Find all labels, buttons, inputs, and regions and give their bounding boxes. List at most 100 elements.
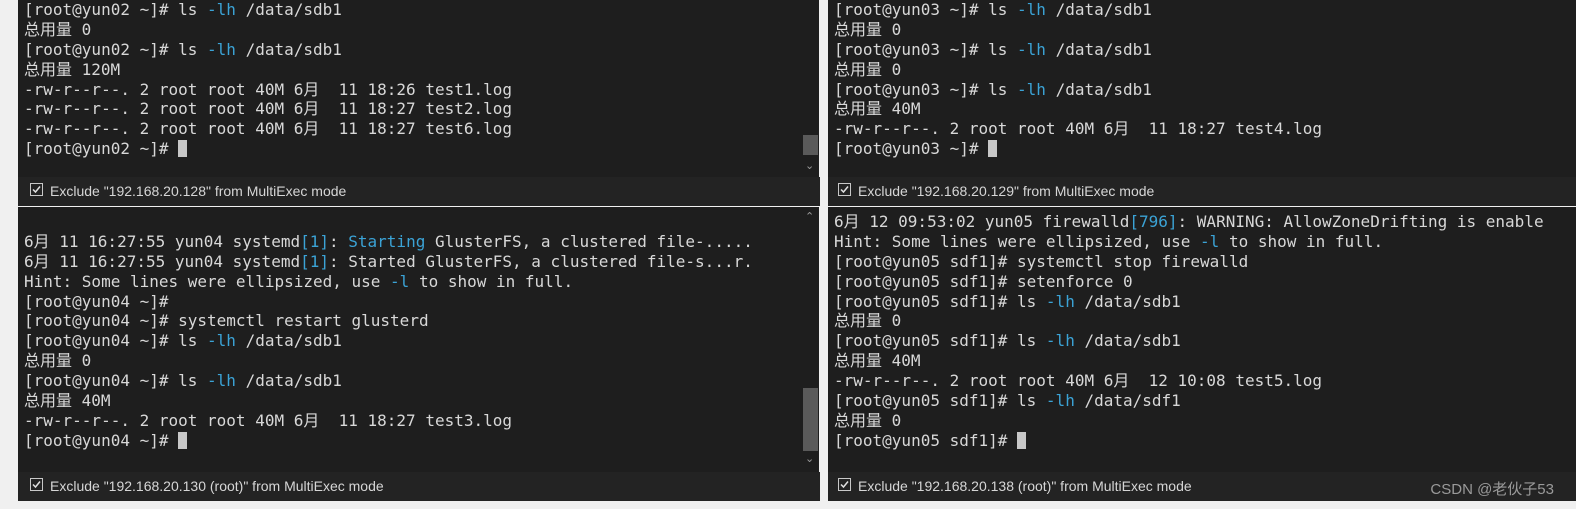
terminal-line: 6月 12 09:53:02 yun05 firewalld[796]: WAR…: [834, 212, 1544, 232]
terminal-text: /data/sdb1: [1074, 291, 1181, 311]
terminal-text: 6月 11 16:27:55 yun04 systemd: [24, 231, 301, 251]
terminal-text: -lh: [1017, 0, 1046, 19]
terminal-pane-yun03[interactable]: [root@yun03 ~]# ls -lh /data/sdb1 总用量 0 [r…: [828, 0, 1576, 177]
terminal-line: -rw-r--r--. 2 root root 40M 6月 11 18:26 …: [24, 80, 512, 100]
terminal-text: -lh: [207, 371, 236, 391]
terminal-text: to show in full.: [1219, 231, 1384, 251]
terminal-pane-yun05[interactable]: 6月 12 09:53:02 yun05 firewalld[796]: WAR…: [828, 207, 1576, 472]
terminal-text: [root@yun04 ~]#: [24, 291, 169, 311]
terminal-text: :: [329, 231, 349, 251]
scroll-down-icon[interactable]: ⌄: [805, 160, 814, 172]
terminal-line: 总用量 120M: [24, 60, 512, 80]
terminal-line: [root@yun05 sdf1]# ls -lh /data/sdb1: [834, 331, 1544, 351]
terminal-text: -lh: [207, 39, 236, 59]
terminal-text: -rw-r--r--. 2 root root 40M 6月 11 18:27 …: [834, 119, 1323, 139]
terminal-text: -rw-r--r--. 2 root root 40M 6月 12 10:08 …: [834, 371, 1323, 391]
terminal-text: /data/sdb1: [1045, 79, 1152, 99]
terminal-text: [796]: [1129, 212, 1178, 231]
terminal-text: [1]: [300, 251, 329, 271]
terminal-text: [root@yun03 ~]#: [834, 139, 989, 159]
terminal-line: [root@yun02 ~]# ls -lh /data/sdb1: [24, 40, 512, 60]
exclude-label: Exclude "192.168.20.129" from MultiExec …: [858, 183, 1155, 199]
terminal-line: 总用量 0: [834, 311, 1544, 331]
terminal-output: 6月 11 16:27:55 yun04 systemd[1]: Startin…: [24, 212, 753, 451]
terminal-text: -lh: [1045, 291, 1075, 311]
terminal-text: 总用量 40M: [834, 99, 921, 119]
terminal-text: /data/sdb1: [1074, 331, 1181, 351]
terminal-text: [root@yun05 sdf1]#: [834, 430, 1018, 450]
terminal-text: 总用量 0: [834, 410, 902, 430]
terminal-text: : Started GlusterFS, a clustered file-s.…: [329, 251, 753, 271]
terminal-line: 6月 11 16:27:55 yun04 systemd[1]: Started…: [24, 252, 753, 272]
terminal-line: -rw-r--r--. 2 root root 40M 6月 12 10:08 …: [834, 371, 1544, 391]
terminal-text: [root@yun04 ~]# ls: [24, 371, 208, 391]
exclude-label: Exclude "192.168.20.138 (root)" from Mul…: [858, 478, 1192, 494]
terminal-text: [root@yun04 ~]#: [24, 430, 179, 450]
terminal-text: [root@yun05 sdf1]# setenforce 0: [834, 271, 1133, 291]
terminal-line: 总用量 0: [834, 20, 1322, 40]
terminal-line: 总用量 40M: [834, 351, 1544, 371]
terminal-text: [root@yun03 ~]# ls: [834, 39, 1018, 59]
exclude-checkbox[interactable]: [30, 478, 43, 491]
terminal-line: -rw-r--r--. 2 root root 40M 6月 11 18:27 …: [24, 99, 512, 119]
terminal-text: 6月 11 16:27:55 yun04 systemd: [24, 251, 301, 271]
terminal-line: [root@yun05 sdf1]# ls -lh /data/sdf1: [834, 391, 1544, 411]
terminal-line: [root@yun05 sdf1]# ls -lh /data/sdb1: [834, 292, 1544, 312]
terminal-text: -lh: [207, 0, 236, 19]
terminal-text: 总用量 40M: [24, 391, 111, 411]
terminal-text: Hint: Some lines were ellipsized, use: [24, 271, 391, 291]
terminal-line: 总用量 0: [24, 20, 512, 40]
terminal-text: 总用量 0: [834, 59, 902, 79]
terminal-line: [root@yun02 ~]# ls -lh /data/sdb1: [24, 0, 512, 20]
terminal-text: 总用量 0: [834, 19, 902, 39]
terminal-text: /data/sdb1: [1045, 39, 1152, 59]
scrollbar[interactable]: ⌄: [802, 0, 819, 177]
scrollbar[interactable]: ⌃ ⌄: [802, 207, 819, 472]
terminal-text: -lh: [207, 331, 236, 351]
terminal-line: [root@yun04 ~]# ls -lh /data/sdb1: [24, 331, 753, 351]
terminal-line: [root@yun05 sdf1]# systemctl stop firewa…: [834, 252, 1544, 272]
terminal-text: [root@yun03 ~]# ls: [834, 79, 1018, 99]
terminal-text: /data/sdb1: [235, 39, 342, 59]
scroll-down-icon[interactable]: ⌄: [805, 453, 814, 465]
exclude-label: Exclude "192.168.20.130 (root)" from Mul…: [50, 478, 384, 494]
terminal-text: /data/sdb1: [235, 0, 342, 19]
terminal-line: 6月 11 16:27:55 yun04 systemd[1]: Startin…: [24, 232, 753, 252]
watermark: CSDN @老伙子53: [1430, 481, 1554, 498]
terminal-line: 总用量 40M: [834, 99, 1322, 119]
terminal-text: /data/sdb1: [235, 371, 342, 391]
terminal-line: [root@yun03 ~]#: [834, 139, 1322, 159]
terminal-line: -rw-r--r--. 2 root root 40M 6月 11 18:27 …: [24, 411, 753, 431]
terminal-text: -l: [390, 271, 410, 291]
terminal-text: [root@yun03 ~]# ls: [834, 0, 1018, 19]
terminal-pane-yun02[interactable]: [root@yun02 ~]# ls -lh /data/sdb1 总用量 0 [r…: [18, 0, 802, 177]
terminal-line: [root@yun05 sdf1]# setenforce 0: [834, 272, 1544, 292]
terminal-cursor: [1017, 431, 1027, 449]
terminal-text: [root@yun04 ~]# systemctl restart gluste…: [24, 311, 429, 331]
scroll-up-icon[interactable]: ⌃: [805, 211, 814, 223]
terminal-output: 6月 12 09:53:02 yun05 firewalld[796]: WAR…: [834, 212, 1544, 451]
terminal-text: /data/sdf1: [1074, 391, 1181, 411]
terminal-text: -rw-r--r--. 2 root root 40M 6月 11 18:27 …: [24, 410, 513, 430]
exclude-checkbox[interactable]: [30, 183, 43, 196]
exclude-checkbox[interactable]: [838, 478, 851, 491]
terminal-cursor: [988, 140, 998, 158]
terminal-text: -lh: [1045, 391, 1075, 411]
terminal-text: 总用量 120M: [24, 59, 121, 79]
terminal-text: -rw-r--r--. 2 root root 40M 6月 11 18:27 …: [24, 99, 513, 119]
exclude-checkbox[interactable]: [838, 183, 851, 196]
terminal-line: Hint: Some lines were ellipsized, use -l…: [24, 272, 753, 292]
terminal-line: -rw-r--r--. 2 root root 40M 6月 11 18:27 …: [834, 119, 1322, 139]
scrollbar-thumb[interactable]: [803, 388, 818, 451]
terminal-text: Hint: Some lines were ellipsized, use: [834, 231, 1201, 251]
terminal-pane-yun04[interactable]: 6月 11 16:27:55 yun04 systemd[1]: Startin…: [18, 207, 802, 472]
terminal-text: 总用量 0: [24, 19, 92, 39]
terminal-text: -rw-r--r--. 2 root root 40M 6月 11 18:27 …: [24, 119, 513, 139]
terminal-line: 总用量 0: [24, 351, 753, 371]
multiexec-status-bar: Exclude "192.168.20.129" from MultiExec …: [828, 177, 1576, 206]
scrollbar-thumb[interactable]: [803, 135, 818, 155]
terminal-line: Hint: Some lines were ellipsized, use -l…: [834, 232, 1544, 252]
terminal-text: [root@yun05 sdf1]# ls: [834, 291, 1046, 311]
pane-divider[interactable]: [820, 0, 828, 509]
